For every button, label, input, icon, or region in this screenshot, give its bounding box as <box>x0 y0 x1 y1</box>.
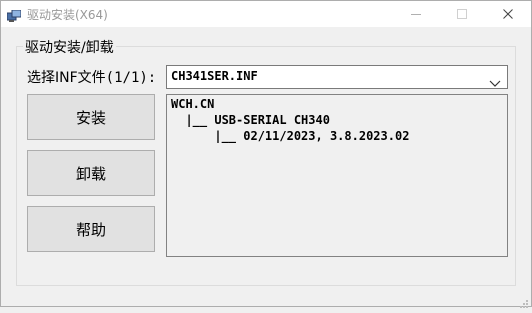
info-vendor-line: WCH.CN <box>171 97 215 111</box>
inf-label-prefix: 选择INF文件 <box>27 70 106 86</box>
inf-file-select[interactable]: CH341SER.INF <box>166 65 508 89</box>
inf-label-count: (1/1): <box>105 70 157 86</box>
minimize-icon <box>411 14 421 15</box>
title-bar[interactable]: 驱动安装(X64) <box>1 1 531 27</box>
driver-installer-window: 驱动安装(X64) 驱动安装/卸载 选择INF文件(1/1): CH341SER… <box>0 0 532 308</box>
uninstall-button[interactable]: 卸载 <box>27 150 155 196</box>
help-button[interactable]: 帮助 <box>27 206 155 252</box>
driver-info-box: WCH.CN |__ USB-SERIAL CH340 |__ 02/11/20… <box>166 94 508 257</box>
close-icon <box>503 9 513 19</box>
info-version-line: |__ 02/11/2023, 3.8.2023.02 <box>171 129 410 143</box>
close-button[interactable] <box>485 1 531 27</box>
driver-setup-icon <box>6 7 22 22</box>
window-title: 驱动安装(X64) <box>27 8 108 22</box>
maximize-icon <box>457 9 467 19</box>
minimize-button[interactable] <box>393 1 439 27</box>
chevron-down-icon[interactable] <box>489 73 501 87</box>
maximize-button[interactable] <box>439 1 485 27</box>
install-button[interactable]: 安装 <box>27 94 155 140</box>
inf-file-value: CH341SER.INF <box>171 69 258 83</box>
info-device-line: |__ USB-SERIAL CH340 <box>171 113 330 127</box>
resize-grip[interactable] <box>519 294 529 308</box>
inf-file-label: 选择INF文件(1/1): <box>27 67 156 87</box>
group-box-label: 驱动安装/卸载 <box>23 37 116 57</box>
